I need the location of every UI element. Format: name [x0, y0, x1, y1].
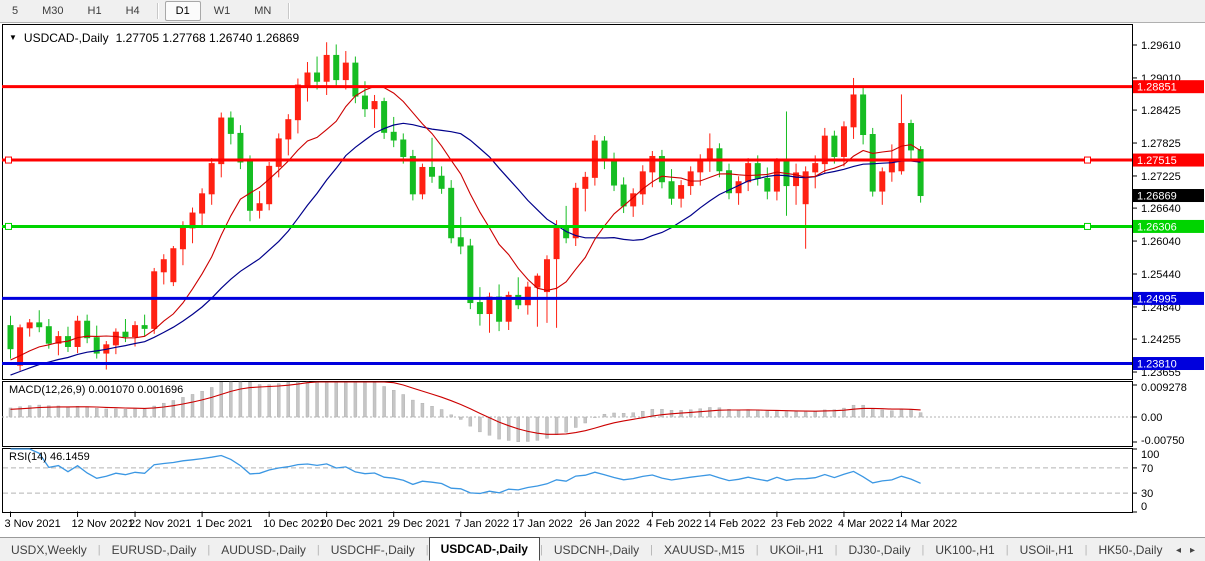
- svg-text:1.24255: 1.24255: [1141, 334, 1181, 346]
- symbol-tab-bar: USDX,Weekly|EURUSD-,Daily|AUDUSD-,Daily|…: [0, 537, 1205, 561]
- chart-symbol-label: USDCAD-,Daily: [24, 31, 109, 45]
- rsi-indicator-label: RSI(14) 46.1459: [9, 451, 90, 463]
- symbol-dropdown-icon[interactable]: ▼: [9, 31, 17, 45]
- svg-text:1.25440: 1.25440: [1141, 269, 1181, 281]
- svg-text:26 Jan 2022: 26 Jan 2022: [579, 518, 640, 530]
- ma-fast-line: [11, 86, 921, 360]
- svg-text:1.26040: 1.26040: [1141, 236, 1181, 248]
- price-axis-badges: 1.28851 1.27515 1.26306 1.24995 1.23810 1.268…: [1133, 80, 1204, 370]
- svg-text:1.26306: 1.26306: [1137, 221, 1177, 233]
- svg-text:1.29610: 1.29610: [1141, 40, 1181, 52]
- svg-text:17 Jan 2022: 17 Jan 2022: [512, 518, 573, 530]
- tab-uk100-h1[interactable]: UK100-,H1: [924, 540, 1005, 561]
- level-line-handle[interactable]: [6, 157, 12, 163]
- svg-text:4 Feb 2022: 4 Feb 2022: [646, 518, 702, 530]
- svg-text:1.28425: 1.28425: [1141, 105, 1181, 117]
- svg-text:1.27515: 1.27515: [1137, 155, 1177, 167]
- date-axis: 3 Nov 2021 12 Nov 202122 Nov 2021 1 Dec 20…: [5, 512, 958, 531]
- chart-canvas[interactable]: 1.296101.290101.284251.278251.272251.266…: [0, 0, 1205, 561]
- svg-text:23 Feb 2022: 23 Feb 2022: [771, 518, 833, 530]
- chart-title: ▼ USDCAD-,Daily 1.27705 1.27768 1.26740 …: [9, 31, 299, 45]
- svg-text:12 Nov 2021: 12 Nov 2021: [72, 518, 134, 530]
- tab-scroll-right-icon[interactable]: ▸: [1190, 545, 1195, 556]
- svg-text:3 Nov 2021: 3 Nov 2021: [5, 518, 61, 530]
- svg-text:7 Jan 2022: 7 Jan 2022: [455, 518, 509, 530]
- candlesticks: [8, 42, 923, 370]
- tab-usdcad-daily[interactable]: USDCAD-,Daily: [429, 537, 540, 561]
- svg-text:1.26869: 1.26869: [1137, 191, 1177, 203]
- rsi-line: [11, 449, 921, 494]
- tab-usdcnh-daily[interactable]: USDCNH-,Daily: [543, 540, 650, 561]
- tab-hk50-daily[interactable]: HK50-,Daily: [1087, 540, 1173, 561]
- svg-text:22 Nov 2021: 22 Nov 2021: [129, 518, 191, 530]
- level-line-handle[interactable]: [6, 223, 12, 229]
- tab-xauusd-m15[interactable]: XAUUSD-,M15: [653, 540, 756, 561]
- tab-dj30-daily[interactable]: DJ30-,Daily: [837, 540, 921, 561]
- rsi-panel-content: [3, 449, 1131, 494]
- svg-text:1.23810: 1.23810: [1137, 359, 1177, 371]
- level-line-handle[interactable]: [1085, 223, 1091, 229]
- svg-text:1.28851: 1.28851: [1137, 82, 1177, 94]
- svg-text:100: 100: [1141, 449, 1159, 461]
- tab-audusd-daily[interactable]: AUDUSD-,Daily: [210, 540, 317, 561]
- svg-text:1 Dec 2021: 1 Dec 2021: [196, 518, 252, 530]
- svg-text:1.27825: 1.27825: [1141, 138, 1181, 150]
- rsi-axis: 100 70 300: [1132, 449, 1159, 513]
- tab-usoil-h1[interactable]: USOil-,H1: [1009, 540, 1085, 561]
- svg-text:1.24995: 1.24995: [1137, 293, 1177, 305]
- tab-scroll-left-icon[interactable]: ◂: [1176, 545, 1181, 556]
- svg-text:29 Dec 2021: 29 Dec 2021: [388, 518, 450, 530]
- macd-indicator-label: MACD(12,26,9) 0.001070 0.001696: [9, 384, 183, 396]
- price-chart-area[interactable]: [3, 25, 1133, 380]
- trading-terminal-window: 5M30H1H4D1W1MN ▼ USDCAD-,Daily 1.27705 1…: [0, 0, 1205, 561]
- tab-eurusd-daily[interactable]: EURUSD-,Daily: [101, 540, 208, 561]
- svg-text:0: 0: [1141, 501, 1147, 513]
- chart-ohlc-values: 1.27705 1.27768 1.26740 1.26869: [116, 31, 300, 45]
- svg-text:1.26640: 1.26640: [1141, 203, 1181, 215]
- horizontal-level-lines: [2, 87, 1132, 364]
- macd-axis: 0.009278 0.00 -0.00750: [1132, 382, 1187, 447]
- tab-usdx-weekly[interactable]: USDX,Weekly: [0, 540, 98, 561]
- svg-text:-0.00750: -0.00750: [1141, 435, 1184, 447]
- svg-text:10 Dec 2021: 10 Dec 2021: [263, 518, 325, 530]
- svg-text:14 Feb 2022: 14 Feb 2022: [704, 518, 766, 530]
- svg-text:30: 30: [1141, 488, 1153, 500]
- svg-text:14 Mar 2022: 14 Mar 2022: [895, 518, 957, 530]
- tab-ukoil-h1[interactable]: UKOil-,H1: [759, 540, 835, 561]
- svg-text:4 Mar 2022: 4 Mar 2022: [838, 518, 894, 530]
- svg-text:0.009278: 0.009278: [1141, 382, 1187, 394]
- svg-text:1.27225: 1.27225: [1141, 171, 1181, 183]
- tab-usdchf-daily[interactable]: USDCHF-,Daily: [320, 540, 426, 561]
- level-line-handle[interactable]: [1085, 157, 1091, 163]
- svg-text:20 Dec 2021: 20 Dec 2021: [321, 518, 383, 530]
- svg-text:0.00: 0.00: [1141, 412, 1162, 424]
- svg-text:70: 70: [1141, 463, 1153, 475]
